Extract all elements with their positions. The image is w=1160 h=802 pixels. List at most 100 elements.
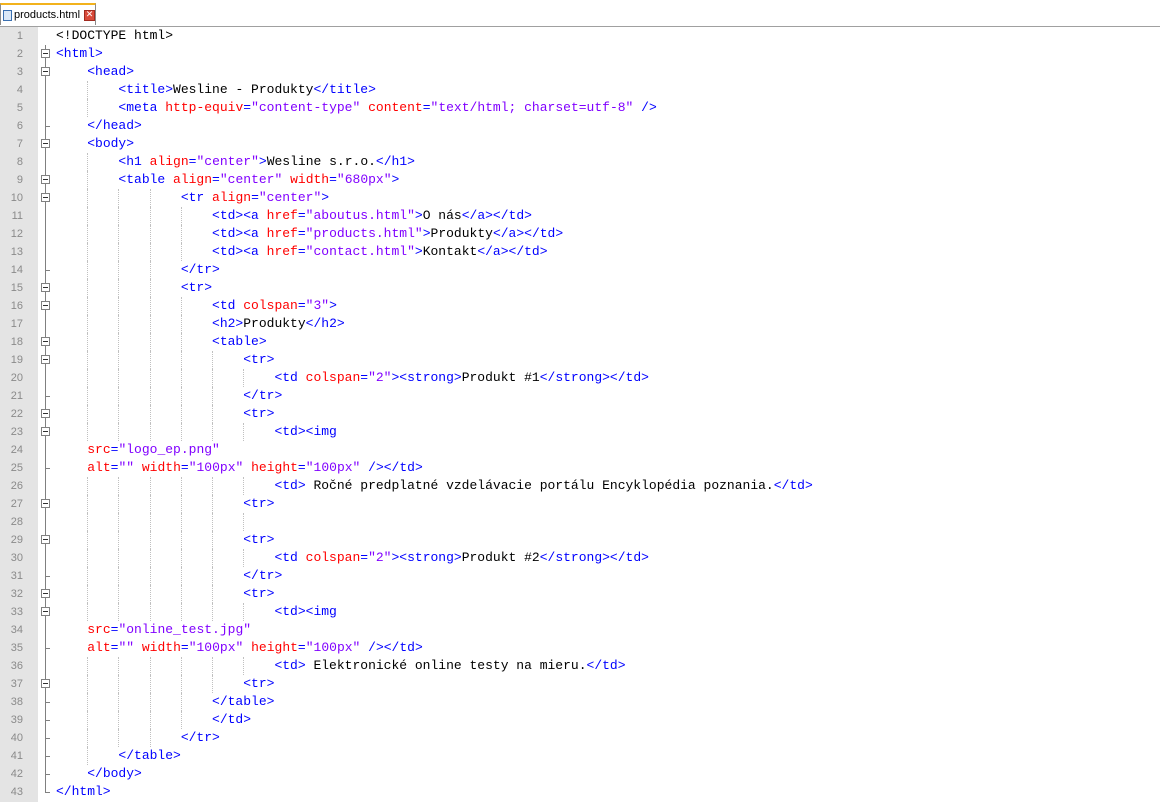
code-token: src (87, 442, 111, 457)
code-token: <table (118, 172, 174, 187)
line-number: 5 (16, 102, 23, 114)
code-text: <tr> (56, 351, 274, 369)
code-line[interactable]: 20 <td colspan="2"><strong>Produkt #1</s… (0, 369, 1160, 387)
code-line[interactable]: 11 <td><a href="aboutus.html">O nás</a><… (0, 207, 1160, 225)
code-token: = (212, 172, 220, 187)
fold-end-marker (41, 693, 51, 711)
code-line[interactable]: 40 </tr> (0, 729, 1160, 747)
code-line[interactable]: 7 <body> (0, 135, 1160, 153)
code-line[interactable]: 8 <h1 align="center">Wesline s.r.o.</h1> (0, 153, 1160, 171)
fold-toggle-icon[interactable] (41, 351, 51, 369)
code-token: > (414, 244, 423, 259)
code-line[interactable]: 16 <td colspan="3"> (0, 297, 1160, 315)
code-token: /></td> (360, 640, 423, 655)
fold-toggle-icon[interactable] (41, 135, 51, 153)
fold-toggle-icon[interactable] (41, 423, 51, 441)
line-number: 9 (16, 174, 23, 186)
code-line[interactable]: 30 <td colspan="2"><strong>Produkt #2</s… (0, 549, 1160, 567)
code-line[interactable]: 13 <td><a href="contact.html">Kontakt</a… (0, 243, 1160, 261)
fold-line (41, 369, 51, 387)
code-line[interactable]: 5 <meta http-equiv="content-type" conten… (0, 99, 1160, 117)
line-number: 25 (10, 462, 23, 474)
fold-toggle-icon[interactable] (41, 279, 51, 297)
code-line[interactable]: 32 <tr> (0, 585, 1160, 603)
code-token: "contact.html" (305, 244, 415, 259)
code-line[interactable]: 25 alt="" width="100px" height="100px" /… (0, 459, 1160, 477)
code-token: href (266, 208, 298, 223)
code-line[interactable]: 28 (0, 513, 1160, 531)
code-token: "logo_ep.png" (118, 442, 220, 457)
fold-toggle-icon[interactable] (41, 63, 51, 81)
code-line[interactable]: 2 <html> (0, 45, 1160, 63)
fold-toggle-icon[interactable] (41, 603, 51, 621)
code-line[interactable]: 17 <h2>Produkty</h2> (0, 315, 1160, 333)
code-line[interactable]: 22 <tr> (0, 405, 1160, 423)
code-line[interactable]: 15 <tr> (0, 279, 1160, 297)
code-line[interactable]: 19 <tr> (0, 351, 1160, 369)
fold-toggle-icon[interactable] (41, 297, 51, 315)
code-line[interactable]: 39 </td> (0, 711, 1160, 729)
code-line[interactable]: 14 </tr> (0, 261, 1160, 279)
code-text: <tr> (56, 279, 212, 297)
indent-guide (212, 513, 213, 531)
code-line[interactable]: 18 <table> (0, 333, 1160, 351)
code-line[interactable]: 4 <title>Wesline - Produkty</title> (0, 81, 1160, 99)
fold-toggle-icon[interactable] (41, 189, 51, 207)
code-text: <td><a href="products.html">Produkty</a>… (56, 225, 563, 243)
code-line[interactable]: 34 src="online_test.jpg" (0, 621, 1160, 639)
tab-products-html[interactable]: products.html ✕ (0, 3, 96, 25)
code-text: <td> Ročné predplatné vzdelávacie portál… (56, 477, 812, 495)
code-line[interactable]: 35 alt="" width="100px" height="100px" /… (0, 639, 1160, 657)
code-line[interactable]: 24 src="logo_ep.png" (0, 441, 1160, 459)
code-token: <table> (212, 334, 267, 349)
fold-toggle-icon[interactable] (41, 405, 51, 423)
line-number: 34 (10, 624, 23, 636)
code-line[interactable]: 23 <td><img (0, 423, 1160, 441)
fold-toggle-icon[interactable] (41, 495, 51, 513)
code-token: href (266, 244, 298, 259)
code-token: = (360, 370, 369, 385)
code-line[interactable]: 38 </table> (0, 693, 1160, 711)
code-line[interactable]: 10 <tr align="center"> (0, 189, 1160, 207)
code-line[interactable]: 12 <td><a href="products.html">Produkty<… (0, 225, 1160, 243)
line-number: 21 (10, 390, 23, 402)
code-line[interactable]: 36 <td> Elektronické online testy na mie… (0, 657, 1160, 675)
fold-toggle-icon[interactable] (41, 675, 51, 693)
code-line[interactable]: 26 <td> Ročné predplatné vzdelávacie por… (0, 477, 1160, 495)
code-editor[interactable]: 1 <!DOCTYPE html> 2 <html> 3 <head> 4 <title>… (0, 27, 1160, 802)
fold-line (41, 477, 51, 495)
code-line[interactable]: 1 <!DOCTYPE html> (0, 27, 1160, 45)
code-line[interactable]: 37 <tr> (0, 675, 1160, 693)
code-text: src="online_test.jpg" (56, 621, 251, 639)
code-line[interactable]: 33 <td><img (0, 603, 1160, 621)
code-token: "2" (368, 550, 392, 565)
code-line[interactable]: 43 </html> (0, 783, 1160, 801)
fold-toggle-icon[interactable] (41, 171, 51, 189)
code-token: ><strong> (391, 370, 462, 385)
code-line[interactable]: 21 </tr> (0, 387, 1160, 405)
line-number: 15 (10, 282, 23, 294)
fold-toggle-icon[interactable] (41, 45, 51, 63)
code-line[interactable]: 31 </tr> (0, 567, 1160, 585)
code-line[interactable]: 6 </head> (0, 117, 1160, 135)
code-token: <tr> (243, 352, 275, 367)
code-line[interactable]: 3 <head> (0, 63, 1160, 81)
code-line[interactable]: 41 </table> (0, 747, 1160, 765)
fold-line (41, 657, 51, 675)
code-line[interactable]: 42 </body> (0, 765, 1160, 783)
fold-toggle-icon[interactable] (41, 531, 51, 549)
fold-toggle-icon[interactable] (41, 333, 51, 351)
code-line[interactable]: 27 <tr> (0, 495, 1160, 513)
code-line[interactable]: 9 <table align="center" width="680px"> (0, 171, 1160, 189)
code-token: "3" (305, 298, 330, 313)
fold-toggle-icon[interactable] (41, 585, 51, 603)
code-token: > (422, 226, 431, 241)
code-line[interactable]: 29 <tr> (0, 531, 1160, 549)
close-icon[interactable]: ✕ (84, 9, 95, 21)
